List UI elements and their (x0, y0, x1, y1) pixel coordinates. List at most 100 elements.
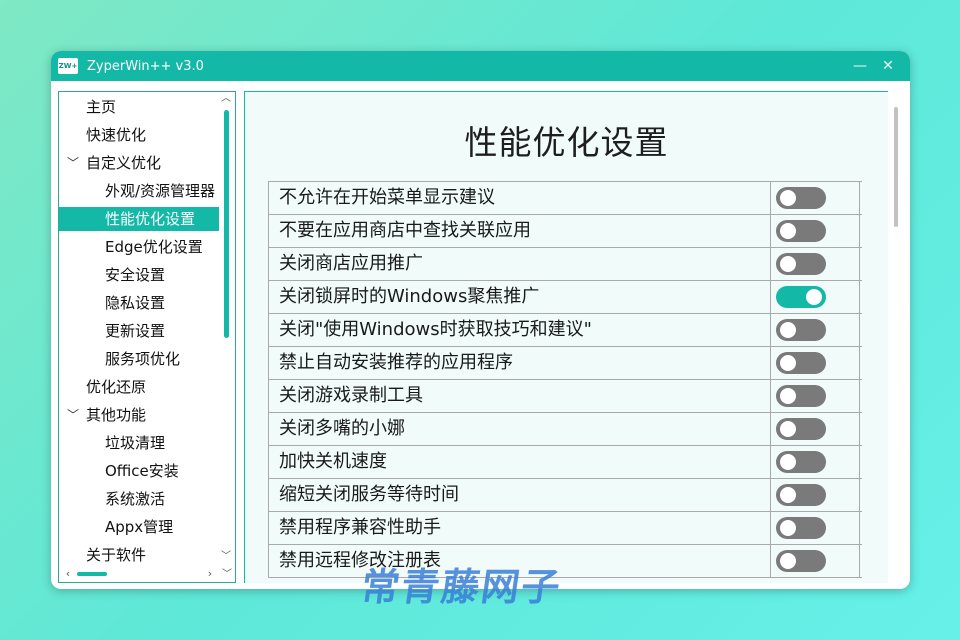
page-title: 性能优化设置 (464, 123, 669, 162)
sidebar-item-label: 更新设置 (105, 322, 166, 340)
setting-row: 不允许在开始菜单显示建议 (268, 182, 862, 215)
scroll-up-icon[interactable]: ︿ (219, 92, 233, 106)
setting-row: 禁止自动安装推荐的应用程序 (268, 347, 862, 380)
setting-row: 禁用程序兼容性助手 (268, 512, 862, 545)
sidebar-item-label: Edge优化设置 (105, 238, 203, 256)
setting-label: 禁用远程修改注册表 (268, 545, 770, 577)
sidebar-item[interactable]: ﹀ 其他功能 (59, 403, 219, 427)
scroll-thumb[interactable] (224, 110, 229, 338)
sidebar-item-label: 系统激活 (105, 490, 166, 508)
sidebar-item[interactable]: 外观/资源管理器 (59, 179, 219, 203)
toggle-knob (780, 355, 796, 371)
toggle-knob (780, 388, 796, 404)
sidebar-item[interactable]: 优化还原 (59, 375, 219, 399)
close-button[interactable]: ✕ (874, 51, 902, 81)
toggle-knob (806, 289, 822, 305)
sidebar-item[interactable]: 性能优化设置 (59, 207, 219, 231)
sidebar-item[interactable]: ﹀ 自定义优化 (59, 151, 219, 175)
toggle-switch[interactable] (776, 220, 826, 242)
expand-chevron-icon[interactable]: ﹀ (67, 151, 79, 175)
setting-toggle-cell (770, 182, 860, 214)
setting-row: 关闭多嘴的小娜 (268, 413, 862, 446)
sidebar-item-label: 性能优化设置 (105, 210, 196, 228)
setting-label: 禁止自动安装推荐的应用程序 (268, 347, 770, 379)
setting-label: 关闭多嘴的小娜 (268, 413, 770, 445)
app-window: ZW+ ZyperWin++ v3.0 — ✕ 主页快速优化 ﹀ 自定义优化外观/资… (51, 51, 910, 589)
sidebar-item-label: 隐私设置 (105, 294, 166, 312)
sidebar-item[interactable]: 主页 (59, 95, 219, 119)
sidebar-item[interactable]: 安全设置 (59, 263, 219, 287)
toggle-knob (780, 421, 796, 437)
setting-row: 关闭锁屏时的Windows聚焦推广 (268, 281, 862, 314)
horizontal-scroll-thumb[interactable] (77, 572, 107, 576)
setting-label: 关闭游戏录制工具 (268, 380, 770, 412)
toggle-switch[interactable] (776, 253, 826, 275)
sidebar-item-label: 安全设置 (105, 266, 166, 284)
setting-row: 关闭商店应用推广 (268, 248, 862, 281)
sidebar-item[interactable]: 服务项优化 (59, 347, 219, 371)
setting-label: 不允许在开始菜单显示建议 (268, 182, 770, 214)
sidebar-horizontal-scrollbar[interactable]: ‹ › (59, 566, 219, 582)
sidebar-item[interactable]: 系统激活 (59, 487, 219, 511)
sidebar-item-label: 自定义优化 (86, 154, 162, 172)
toggle-switch[interactable] (776, 484, 826, 506)
settings-panel: 性能优化设置 不允许在开始菜单显示建议 不要在应用商店中查找关联应用 关闭商店应用推… (244, 91, 888, 583)
scroll-left-icon[interactable]: ‹ (61, 566, 75, 582)
sidebar-item-label: 其他功能 (86, 406, 147, 424)
sidebar-item-label: 关于软件 (86, 546, 147, 564)
toggle-knob (780, 454, 796, 470)
app-icon: ZW+ (58, 58, 78, 74)
setting-toggle-cell (770, 479, 860, 511)
sidebar-nav: 主页快速优化 ﹀ 自定义优化外观/资源管理器 性能优化设置 Edge优化设置 安全设置隐私… (58, 91, 236, 583)
toggle-knob (780, 487, 796, 503)
sidebar-item[interactable]: 隐私设置 (59, 291, 219, 315)
toggle-switch[interactable] (776, 352, 826, 374)
toggle-switch[interactable] (776, 187, 826, 209)
sidebar-item-label: 优化还原 (86, 378, 147, 396)
setting-row: 禁用远程修改注册表 (268, 545, 862, 578)
setting-toggle-cell (770, 413, 860, 445)
toggle-switch[interactable] (776, 550, 826, 572)
setting-toggle-cell (770, 446, 860, 478)
toggle-switch[interactable] (776, 319, 826, 341)
sidebar-item[interactable]: Appx管理 (59, 515, 219, 539)
sidebar-item[interactable]: 更新设置 (59, 319, 219, 343)
sidebar-item[interactable]: Office安装 (59, 459, 219, 483)
minimize-button[interactable]: — (846, 51, 874, 81)
sidebar-item-label: 快速优化 (86, 126, 147, 144)
sidebar-item-label: 主页 (86, 98, 117, 116)
sidebar-item-label: 外观/资源管理器 (105, 182, 216, 200)
sidebar-item[interactable]: 快速优化 (59, 123, 219, 147)
toggle-switch[interactable] (776, 451, 826, 473)
content-scrollbar[interactable] (894, 107, 898, 227)
toggle-knob (780, 190, 796, 206)
setting-label: 缩短关闭服务等待时间 (268, 479, 770, 511)
sidebar-item[interactable]: 垃圾清理 (59, 431, 219, 455)
setting-toggle-cell (770, 347, 860, 379)
toggle-switch[interactable] (776, 286, 826, 308)
toggle-knob (780, 256, 796, 272)
toggle-switch[interactable] (776, 385, 826, 407)
setting-toggle-cell (770, 248, 860, 280)
setting-label: 关闭锁屏时的Windows聚焦推广 (268, 281, 770, 313)
scroll-right-icon[interactable]: › (203, 566, 217, 582)
sidebar-item-label: 垃圾清理 (105, 434, 166, 452)
chevron-down-icon[interactable]: ﹀ (222, 565, 232, 580)
sidebar-item[interactable]: 关于软件 (59, 543, 219, 567)
sidebar-item-label: Office安装 (105, 462, 179, 480)
setting-row: 缩短关闭服务等待时间 (268, 479, 862, 512)
scroll-down-icon[interactable]: ﹀ (219, 550, 233, 564)
sidebar-vertical-scrollbar[interactable]: ︿ ﹀ (219, 92, 233, 564)
toggle-switch[interactable] (776, 517, 826, 539)
sidebar-item[interactable]: Edge优化设置 (59, 235, 219, 259)
setting-toggle-cell (770, 281, 860, 313)
setting-row: 关闭游戏录制工具 (268, 380, 862, 413)
toggle-switch[interactable] (776, 418, 826, 440)
setting-label: 关闭"使用Windows时获取技巧和建议" (268, 314, 770, 346)
title-bar[interactable]: ZW+ ZyperWin++ v3.0 — ✕ (51, 51, 910, 81)
setting-toggle-cell (770, 380, 860, 412)
setting-toggle-cell (770, 215, 860, 247)
setting-toggle-cell (770, 545, 860, 577)
expand-chevron-icon[interactable]: ﹀ (67, 403, 79, 427)
setting-label: 关闭商店应用推广 (268, 248, 770, 280)
